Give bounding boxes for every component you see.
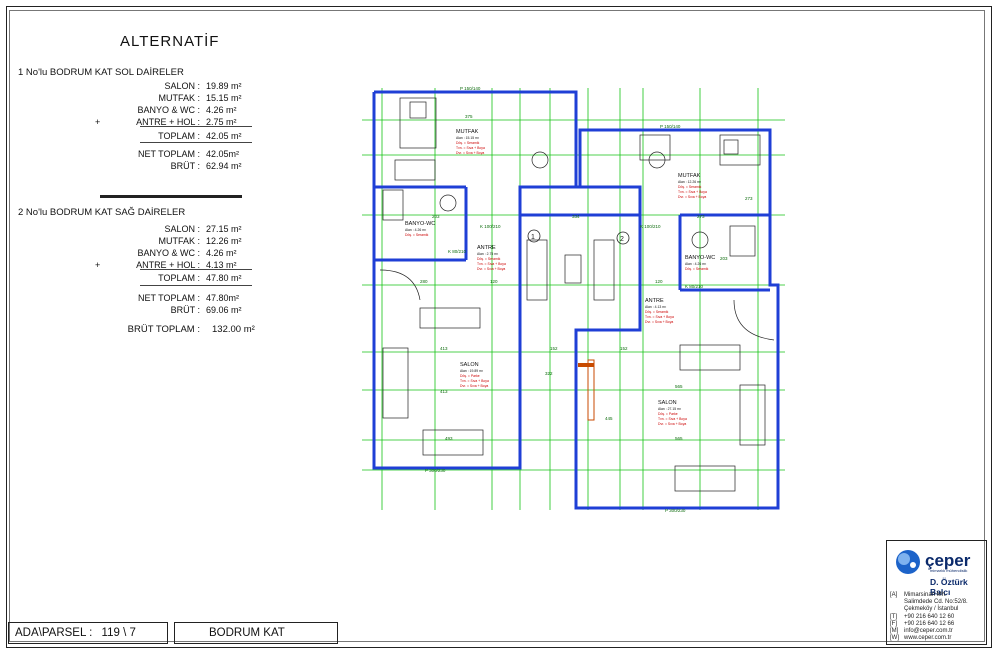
room-labels: MUTFAK Alan : 15.15 m² Döş. = Seramik Tv… (405, 129, 715, 426)
dimension-label: 120 (655, 279, 663, 284)
room-detail: Dvr. = Sıva + Boya (477, 267, 505, 271)
room-detail: Dvr. = Sıva + Boya (460, 384, 488, 388)
dimension-label: 565 (675, 384, 683, 389)
marker-1: 1 (531, 234, 535, 241)
door-label: K 100/210 (640, 224, 661, 229)
contact-line: [W] www.ceper.com.tr (890, 635, 952, 641)
room-detail: Dvr. = Sıva + Boya (645, 320, 673, 324)
room-name: MUTFAK (456, 129, 479, 135)
room-detail: Dvr. = Sıva + Boya (658, 422, 686, 426)
dimension-label: 375 (465, 114, 473, 119)
room-name: ANTRE (645, 298, 664, 304)
grid-lines (362, 88, 785, 510)
dimension-label: 413 (440, 346, 448, 351)
room-detail: Tvn. = Sıva + Boya (645, 315, 674, 319)
contact-line: [A] Mimarsinan Mh. (890, 592, 947, 598)
dimension-labels: 375 334 413 413 493 565 565 120 120 152 … (420, 114, 753, 441)
room-detail: Tvn. = Sıva + Boya (456, 146, 485, 150)
room-detail: Döş. = Seramik (405, 233, 429, 237)
door-label: K 80/210 (448, 249, 467, 254)
room-detail: Dvr. = Sıva + Boya (456, 151, 484, 155)
dimension-label: 273 (697, 214, 705, 219)
room-name: SALON (460, 362, 479, 368)
company-brand-sub: mimarlık mühendislik (930, 568, 968, 573)
dimension-label: 120 (490, 279, 498, 284)
contact-line: Çekmeköy / İstanbul (904, 606, 959, 612)
dimension-label: 445 (605, 416, 613, 421)
dimension-label: 565 (675, 436, 683, 441)
room-name: MUTFAK (678, 173, 701, 179)
dimension-label: 493 (445, 436, 453, 441)
room-detail: Döş. = Parke (658, 412, 678, 416)
contact-line: [T] +90 216 640 12 60 (890, 614, 955, 620)
room-detail: Tvn. = Sıva + Boya (460, 379, 489, 383)
contact-line: [F] +90 216 640 12 66 (890, 621, 955, 627)
dimension-label: 334 (572, 214, 580, 219)
company-box: çeper mimarlık mühendislik D. Öztürk Bal… (886, 540, 987, 645)
room-name: ANTRE (477, 245, 496, 251)
room-detail: Tvn. = Sıva + Boya (658, 417, 687, 421)
room-name: SALON (658, 400, 677, 406)
door-label: K 80/210 (685, 284, 704, 289)
dimension-label: 280 (420, 279, 428, 284)
company-logo-icon (896, 550, 920, 574)
dimension-label: 203 (432, 214, 440, 219)
dimension-label: 413 (440, 389, 448, 394)
room-name: BANYO-WC (405, 221, 435, 227)
dimension-label: 273 (745, 196, 753, 201)
room-detail: Döş. = Seramik (678, 185, 702, 189)
window-label: P 300/230 (425, 468, 446, 473)
room-detail: Alan : 19.89 m² (460, 369, 484, 373)
room-detail: Döş. = Seramik (456, 141, 480, 145)
window-label: P 150/140 (660, 124, 681, 129)
marker-2: 2 (620, 236, 624, 243)
dimension-label: 152 (550, 346, 558, 351)
room-detail: Tvn. = Sıva + Boya (477, 262, 506, 266)
floor-box: BODRUM KAT (174, 622, 338, 644)
room-detail: Döş. = Seramik (477, 257, 501, 261)
room-name: BANYO-WC (685, 255, 715, 261)
room-detail: Alan : 4.26 m² (405, 228, 427, 232)
window-label: P 300/230 (665, 508, 686, 513)
room-detail: Alan : 15.15 m² (456, 136, 480, 140)
contact-line: [M] info@ceper.com.tr (890, 628, 953, 634)
room-detail: Alan : 12.26 m² (678, 180, 702, 184)
room-detail: Alan : 4.26 m² (685, 262, 707, 266)
contact-line: Salimdede Cd. No:52/8. (904, 599, 968, 605)
dimension-label: 203 (720, 256, 728, 261)
door-label: K 100/210 (480, 224, 501, 229)
room-detail: Döş. = Seramik (645, 310, 669, 314)
room-detail: Döş. = Seramik (685, 267, 709, 271)
room-detail: Alan : 4.13 m² (645, 305, 667, 309)
ada-parsel-box: ADA\PARSEL : 119 \ 7 (8, 622, 168, 644)
floor-plan: 1 2 P 150/140 P 150/140 P 300/230 P 300/… (362, 86, 785, 513)
window-label: P 150/140 (460, 86, 481, 91)
room-detail: Alan : 2.75 m² (477, 252, 499, 256)
room-detail: Döş. = Parke (460, 374, 480, 378)
dimension-label: 152 (620, 346, 628, 351)
room-detail: Alan : 27.15 m² (658, 407, 682, 411)
room-detail: Tvn. = Sıva + Boya (678, 190, 707, 194)
dimension-label: 322 (545, 371, 553, 376)
room-detail: Dvr. = Sıva + Boya (678, 195, 706, 199)
